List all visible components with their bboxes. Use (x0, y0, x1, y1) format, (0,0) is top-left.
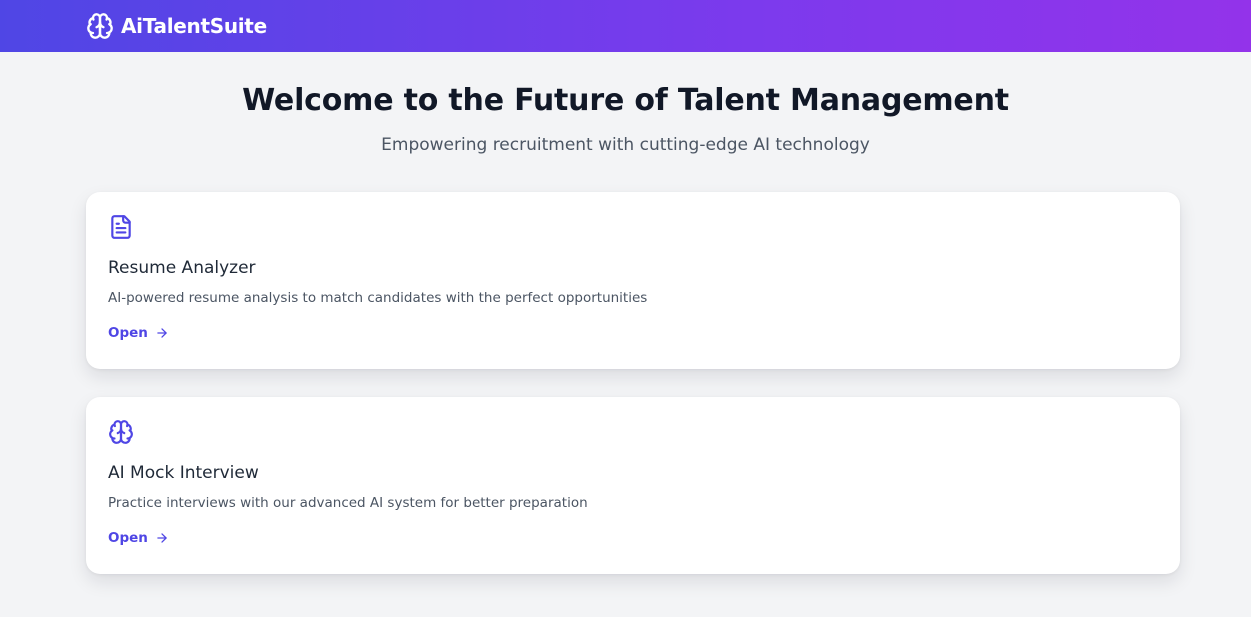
page-title: Welcome to the Future of Talent Manageme… (242, 83, 1009, 118)
card-description: AI-powered resume analysis to match cand… (108, 290, 648, 306)
resume-analyzer-card[interactable]: Resume Analyzer AI-powered resume analys… (86, 192, 1180, 369)
top-navbar: AiTalentSuite (0, 0, 1251, 52)
arrow-right-icon (155, 326, 169, 340)
arrow-right-icon (155, 531, 169, 545)
brand-name: AiTalentSuite (121, 14, 267, 38)
card-title: AI Mock Interview (108, 463, 259, 483)
brain-icon (108, 418, 134, 446)
open-link-label: Open (108, 530, 148, 546)
brain-icon (86, 12, 114, 40)
hero-section: Welcome to the Future of Talent Manageme… (0, 52, 1251, 156)
card-description: Practice interviews with our advanced AI… (108, 495, 588, 511)
open-resume-analyzer-link[interactable]: Open (108, 325, 169, 341)
ai-mock-interview-card[interactable]: AI Mock Interview Practice interviews wi… (86, 397, 1180, 574)
page-subtitle: Empowering recruitment with cutting-edge… (381, 135, 870, 155)
card-title: Resume Analyzer (108, 258, 256, 278)
brand-logo-link[interactable]: AiTalentSuite (86, 12, 267, 40)
feature-cards: Resume Analyzer AI-powered resume analys… (0, 156, 1251, 574)
open-link-label: Open (108, 325, 148, 341)
document-icon (108, 213, 134, 241)
open-ai-mock-interview-link[interactable]: Open (108, 530, 169, 546)
